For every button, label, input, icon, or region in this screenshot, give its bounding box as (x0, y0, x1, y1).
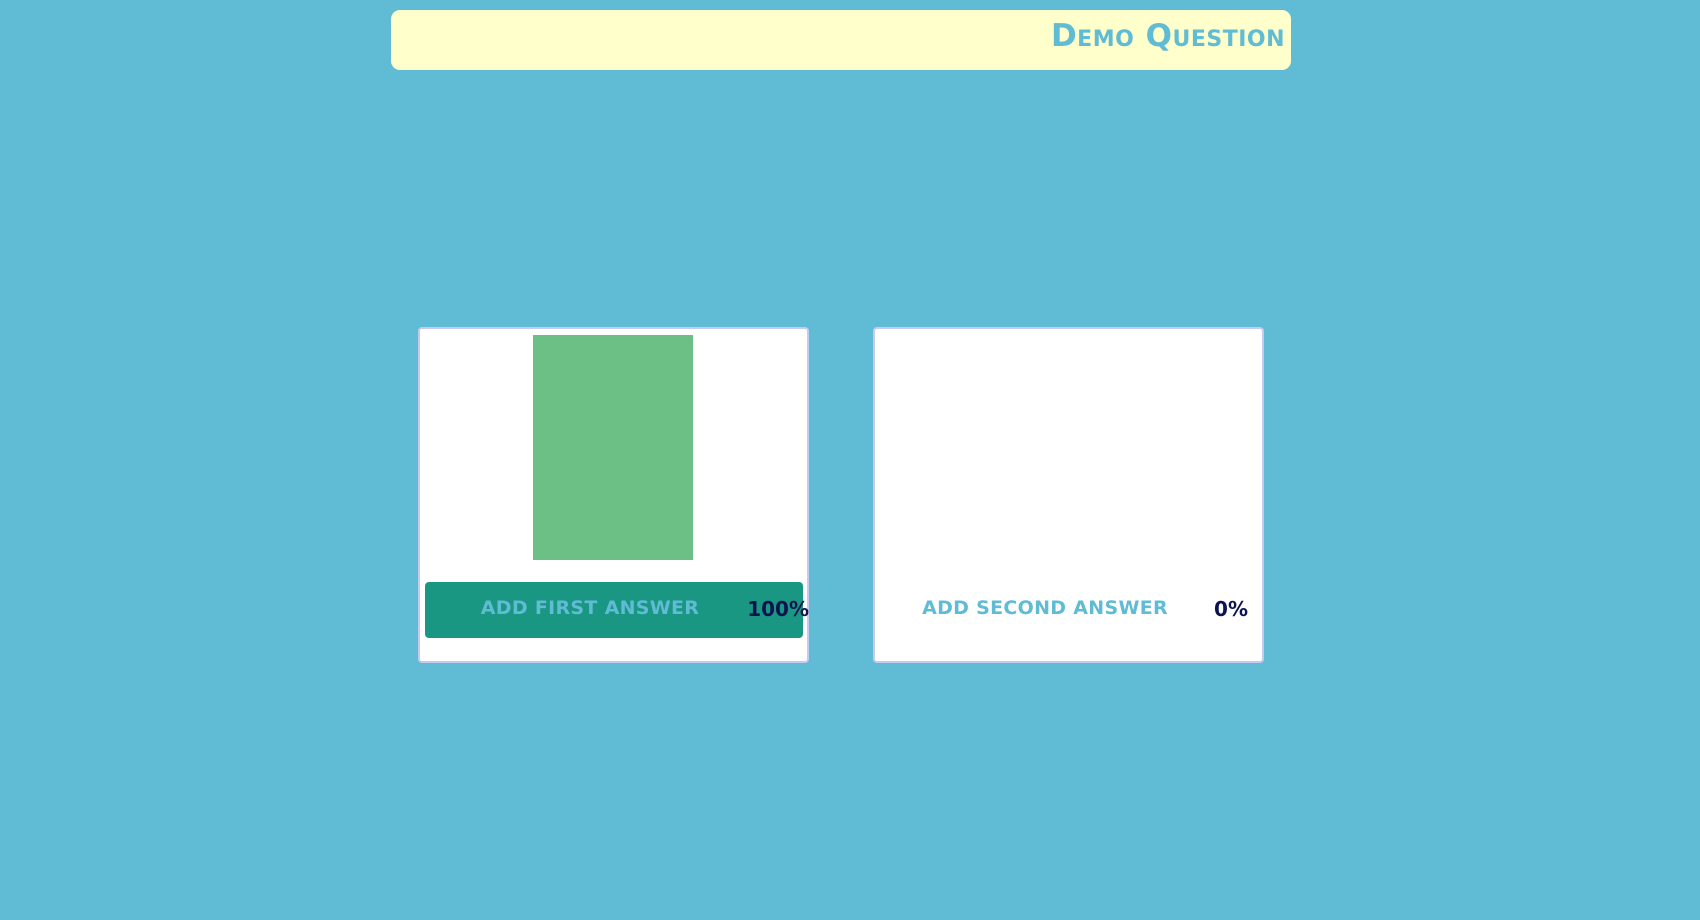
answer-card-second[interactable]: add second answer 0% (873, 327, 1264, 663)
result-bar-first (533, 335, 693, 560)
result-bar-area (533, 335, 693, 560)
result-bar-area (988, 335, 1148, 560)
answer-percent-first: 100% (747, 597, 809, 621)
answer-percent-second: 0% (1214, 597, 1248, 621)
answer-row-second[interactable]: add second answer 0% (880, 582, 1258, 638)
answer-row-first[interactable]: add first answer 100% (425, 582, 809, 638)
answer-label-first: add first answer (480, 597, 700, 619)
answer-card-first[interactable]: add first answer 100% (418, 327, 809, 663)
answer-label-second: add second answer (922, 597, 1168, 619)
question-title: Demo Question (1050, 18, 1285, 54)
question-bar: Demo Question (391, 10, 1291, 70)
